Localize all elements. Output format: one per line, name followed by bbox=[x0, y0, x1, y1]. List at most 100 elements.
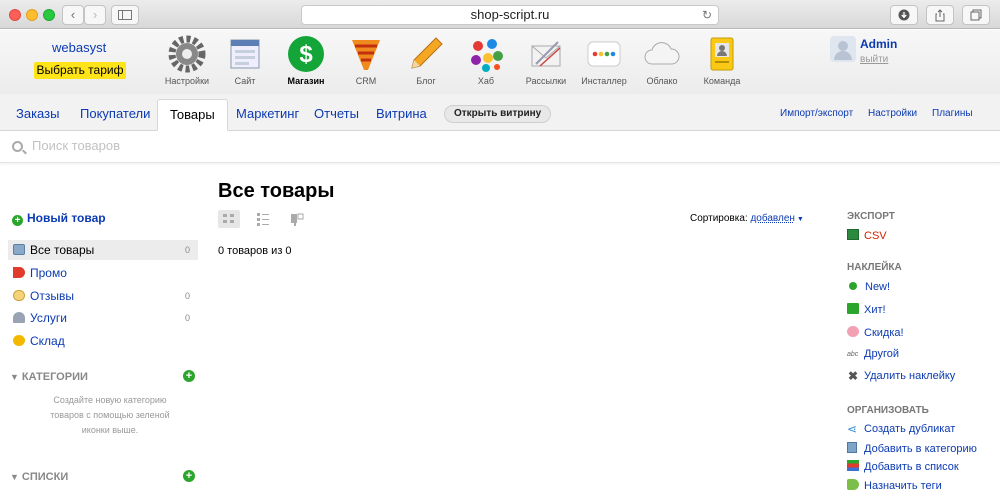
reload-icon[interactable]: ↻ bbox=[702, 6, 712, 24]
categories-header[interactable]: ▼ КАТЕГОРИИ bbox=[10, 371, 88, 383]
app-crm[interactable]: CRM bbox=[336, 34, 396, 86]
account-name[interactable]: webasyst bbox=[52, 40, 106, 55]
app-label: Инсталлер bbox=[581, 76, 627, 86]
user-name[interactable]: Admin bbox=[860, 37, 897, 51]
remove-badge-link[interactable]: ✖ Удалить наклейку bbox=[847, 370, 955, 382]
downloads-button[interactable] bbox=[890, 5, 918, 25]
organize-label: Добавить в список bbox=[864, 461, 959, 473]
spreadsheet-icon bbox=[847, 229, 859, 240]
share-icon bbox=[935, 9, 945, 22]
badge-custom-link[interactable]: abc Другой bbox=[847, 348, 899, 362]
caret-down-icon: ▼ bbox=[794, 216, 804, 223]
pencil-icon bbox=[411, 37, 443, 69]
forward-button[interactable]: › bbox=[84, 5, 106, 25]
sidebar-toggle-button[interactable] bbox=[111, 5, 139, 25]
choose-plan-button[interactable]: Выбрать тариф bbox=[34, 62, 126, 79]
sidebar-item-services[interactable]: Услуги 0 bbox=[8, 308, 198, 328]
page-title: Все товары bbox=[218, 180, 335, 202]
add-to-category-link[interactable]: Добавить в категорию bbox=[847, 442, 977, 455]
tab-customers[interactable]: Покупатели bbox=[80, 106, 150, 121]
badge-new-link[interactable]: New! bbox=[847, 281, 890, 293]
sidebar-item-label: Отзывы bbox=[30, 289, 74, 303]
search-input[interactable] bbox=[32, 138, 432, 153]
app-label: Настройки bbox=[164, 76, 210, 86]
duplicate-link[interactable]: ⋖ Создать дубликат bbox=[847, 423, 955, 435]
app-cloud[interactable]: Облако bbox=[632, 34, 692, 86]
sidebar-item-reviews[interactable]: Отзывы 0 bbox=[8, 286, 198, 306]
item-count: 0 bbox=[184, 313, 190, 323]
app-label: Рассылки bbox=[525, 76, 567, 86]
sort-label: Сортировка: bbox=[690, 213, 748, 224]
export-csv-link[interactable]: CSV bbox=[847, 229, 887, 242]
minimize-window-button[interactable] bbox=[26, 9, 38, 21]
share-button[interactable] bbox=[926, 5, 954, 25]
user-icon bbox=[834, 41, 852, 60]
app-team[interactable]: Команда bbox=[692, 34, 752, 86]
new-product-button[interactable]: + Новый товар bbox=[12, 211, 106, 226]
app-settings[interactable]: Настройки bbox=[157, 34, 217, 86]
app-label: Магазин bbox=[287, 76, 325, 86]
tab-reports[interactable]: Отчеты bbox=[314, 106, 359, 121]
avatar[interactable] bbox=[830, 36, 856, 62]
lists-header[interactable]: ▼ СПИСКИ bbox=[10, 471, 68, 483]
app-installer[interactable]: Инсталлер bbox=[574, 34, 634, 86]
site-icon bbox=[230, 39, 260, 69]
app-site[interactable]: Сайт bbox=[215, 34, 275, 86]
app-blog[interactable]: Блог bbox=[396, 34, 456, 86]
app-header: webasyst Выбрать тариф Настройки Сайт $ … bbox=[0, 30, 1000, 94]
chevron-right-icon: › bbox=[92, 7, 98, 22]
assign-tags-link[interactable]: Назначить теги bbox=[847, 479, 942, 492]
organize-label: Создать дубликат bbox=[864, 423, 956, 435]
back-button[interactable]: ‹ bbox=[62, 5, 84, 25]
plus-icon: + bbox=[12, 215, 23, 226]
add-category-button[interactable]: + bbox=[183, 370, 195, 382]
add-list-button[interactable]: + bbox=[183, 470, 195, 482]
app-label: Сайт bbox=[234, 76, 256, 86]
category-icon bbox=[847, 442, 857, 453]
app-mailer[interactable]: Рассылки bbox=[516, 34, 576, 86]
app-label: Команда bbox=[703, 76, 741, 86]
zoom-window-button[interactable] bbox=[43, 9, 55, 21]
dollar-icon: $ bbox=[288, 36, 324, 72]
app-shop[interactable]: $ Магазин bbox=[276, 34, 336, 86]
settings-link[interactable]: Настройки bbox=[868, 108, 917, 119]
products-count: 0 товаров из 0 bbox=[218, 245, 292, 257]
import-export-link[interactable]: Импорт/экспорт bbox=[780, 108, 853, 119]
open-storefront-button[interactable]: Открыть витрину bbox=[444, 105, 552, 123]
logout-link[interactable]: выйти bbox=[860, 54, 888, 65]
plugins-link[interactable]: Плагины bbox=[932, 108, 973, 119]
view-table-button[interactable] bbox=[252, 210, 274, 228]
item-count: 0 bbox=[184, 291, 190, 301]
address-bar[interactable]: shop-script.ru ↻ bbox=[301, 5, 719, 25]
view-thumbs-button[interactable] bbox=[218, 210, 240, 228]
tabs-overview-button[interactable] bbox=[962, 5, 990, 25]
view-skus-button[interactable] bbox=[286, 210, 308, 228]
left-sidebar: + Новый товар Все товары 0 Промо Отзывы 0 У… bbox=[0, 163, 205, 492]
badge-bestseller-link[interactable]: Хит! bbox=[847, 303, 886, 316]
tab-marketing[interactable]: Маркетинг bbox=[236, 106, 299, 121]
badge-label: Скидка! bbox=[864, 327, 904, 339]
chevron-left-icon: ‹ bbox=[70, 7, 76, 22]
sidebar-item-stock[interactable]: Склад bbox=[8, 331, 198, 351]
app-label: Облако bbox=[646, 76, 678, 86]
add-to-list-link[interactable]: Добавить в список bbox=[847, 460, 959, 473]
sidebar-item-all-products[interactable]: Все товары 0 bbox=[8, 240, 198, 260]
triangle-down-icon: ▼ bbox=[10, 372, 19, 382]
tab-storefront[interactable]: Витрина bbox=[376, 106, 427, 121]
badge-sale-link[interactable]: Скидка! bbox=[847, 326, 904, 339]
sort-value: добавлен bbox=[750, 213, 795, 224]
tab-orders[interactable]: Заказы bbox=[16, 106, 59, 121]
close-window-button[interactable] bbox=[9, 9, 21, 21]
organize-label: Добавить в категорию bbox=[864, 443, 977, 455]
tab-products[interactable]: Товары bbox=[157, 99, 228, 131]
stock-icon bbox=[13, 335, 25, 346]
custom-badge-icon: abc bbox=[847, 351, 859, 358]
sort-dropdown[interactable]: добавлен bbox=[750, 213, 794, 224]
url-text: shop-script.ru bbox=[470, 7, 550, 22]
green-dot-icon bbox=[849, 282, 857, 290]
badge-label: Удалить наклейку bbox=[864, 370, 956, 382]
csv-label: CSV bbox=[864, 230, 887, 242]
app-hub[interactable]: Хаб bbox=[456, 34, 516, 86]
sort-control: Сортировка: добавлен ▼ bbox=[690, 213, 804, 224]
sidebar-item-promo[interactable]: Промо bbox=[8, 263, 198, 283]
